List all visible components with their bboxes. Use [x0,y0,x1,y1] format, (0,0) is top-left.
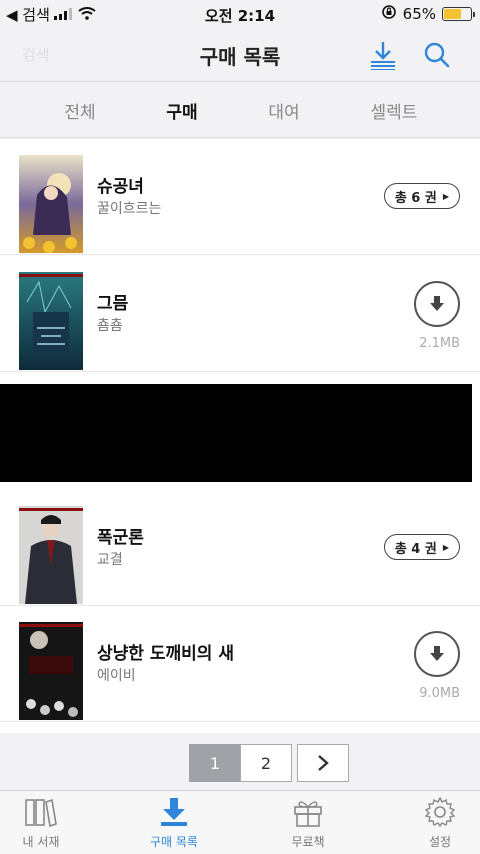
status-bar: ◀ 검색 오전 2:14 65% [0,0,480,28]
bookshelf-icon [25,798,57,828]
battery-percent: 65% [402,5,436,23]
download-all-button[interactable] [366,38,400,72]
tab-rental[interactable]: 대여 [234,98,334,123]
book-cover[interactable] [19,155,83,253]
gear-icon [424,796,456,828]
book-title[interactable]: 슈공녀 [97,172,144,197]
download-all-icon [371,42,395,70]
download-arrow-icon [430,296,444,311]
download-button[interactable] [414,281,460,327]
list-item[interactable]: 슈공녀 꿀이흐르는 총 6 권 ▶ [0,139,480,255]
chevron-right-icon [318,755,329,771]
tab-all[interactable]: 전체 [30,98,130,123]
list-item[interactable]: 폭군론 교결 총 4 권 ▶ [0,490,480,606]
bottom-nav: 내 서재 구매 목록 무료책 설정 [0,790,480,854]
book-title[interactable]: 상냥한 도깨비의 새 [97,639,234,664]
book-cover[interactable] [19,272,83,370]
nav-label: 내 서재 [22,835,60,849]
nav-label: 구매 목록 [150,835,198,849]
orientation-lock-icon [381,4,397,24]
file-size: 2.1MB [419,336,460,351]
tab-select[interactable]: 셀렉트 [344,98,444,123]
nav-free-books[interactable]: 무료책 [253,797,363,850]
file-size: 9.0MB [419,686,460,701]
book-cover[interactable] [19,622,83,720]
list-item[interactable]: 그믐 춈춈 2.1MB [0,256,480,372]
play-right-icon: ▶ [442,191,449,201]
play-right-icon: ▶ [442,542,449,552]
volume-count: 총 6 권 [394,190,437,206]
nav-label: 설정 [428,835,452,849]
book-author: 에이비 [97,668,136,684]
page-1-button[interactable]: 1 [189,744,241,782]
battery-icon [442,7,475,21]
gift-icon [294,801,322,827]
volume-count-button[interactable]: 총 6 권 ▶ [383,183,460,209]
battery-level [444,9,461,19]
page-title: 구매 목록 [199,45,281,69]
book-author: 춈춈 [97,318,123,334]
book-cover[interactable] [19,506,83,604]
book-author: 꿀이흐르는 [97,201,162,217]
next-page-button[interactable] [297,744,349,782]
nav-label: 무료책 [291,835,325,849]
volume-count-button[interactable]: 총 4 권 ▶ [383,534,460,560]
nav-settings[interactable]: 설정 [385,796,480,850]
book-author: 교결 [97,552,123,568]
book-title[interactable]: 그믐 [97,289,128,314]
download-tray-icon [161,798,187,826]
book-title[interactable]: 폭군론 [97,523,144,548]
volume-count: 총 4 권 [394,541,437,557]
download-button[interactable] [414,631,460,677]
nav-my-library[interactable]: 내 서재 [0,797,96,850]
filter-tabs: 전체 구매 대여 셀렉트 [0,82,480,138]
tab-purchase[interactable]: 구매 [132,98,232,123]
search-button[interactable] [420,38,454,72]
list-item[interactable]: 상냥한 도깨비의 새 에이비 9.0MB [0,606,480,722]
pagination: 1 2 [0,733,480,790]
download-arrow-icon [430,646,444,661]
nav-purchase-list[interactable]: 구매 목록 [119,797,229,850]
app-header: 검색 구매 목록 [0,28,480,82]
search-icon [424,42,450,68]
redacted-region [0,384,472,482]
page-2-button[interactable]: 2 [240,744,292,782]
